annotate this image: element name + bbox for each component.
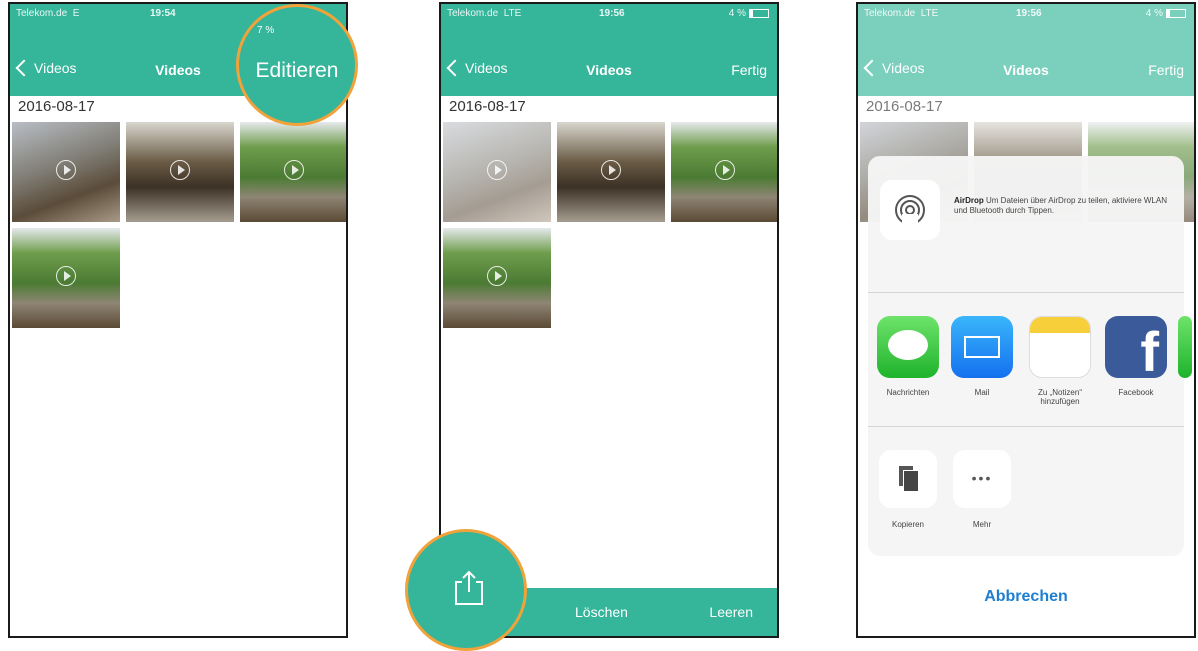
phone-screen-3: Telekom.de LTE 19:56 4 % Videos Videos F… [856, 2, 1196, 638]
airdrop-title: AirDrop [954, 196, 984, 205]
app-label: Facebook [1118, 388, 1154, 397]
battery-label: 4 % [728, 8, 746, 19]
video-thumbnail[interactable] [557, 122, 665, 222]
play-icon [601, 160, 621, 180]
airdrop-text: Um Dateien über AirDrop zu teilen, aktiv… [954, 196, 1167, 215]
notes-icon [1029, 316, 1091, 378]
video-thumbnail[interactable] [443, 122, 551, 222]
play-icon [715, 160, 735, 180]
share-button[interactable] [405, 529, 527, 651]
play-icon [487, 266, 507, 286]
edit-button[interactable]: Editieren [239, 59, 355, 83]
battery-label: 7 % [257, 25, 275, 36]
video-thumbnail[interactable] [126, 122, 234, 222]
network-label: LTE [503, 8, 522, 19]
battery-icon [749, 8, 769, 18]
share-notes[interactable]: Zu „Notizen“ hinzufügen [1028, 316, 1092, 406]
video-thumbnail[interactable] [12, 228, 120, 328]
facebook-icon [1105, 316, 1167, 384]
video-thumbnail[interactable] [443, 228, 551, 328]
play-icon [487, 160, 507, 180]
nav-bar: Videos Videos Fertig [441, 24, 777, 96]
clear-button[interactable]: Leeren [709, 604, 753, 620]
more-action[interactable]: ••• Mehr [950, 450, 1014, 529]
cancel-button[interactable]: Abbrechen [868, 566, 1184, 628]
action-label: Mehr [972, 520, 992, 529]
video-thumbnail[interactable] [12, 122, 120, 222]
copy-icon [879, 450, 937, 508]
share-facebook[interactable]: Facebook [1104, 316, 1168, 397]
airdrop-section[interactable]: AirDrop Um Dateien über AirDrop zu teile… [868, 156, 1184, 293]
play-icon [284, 160, 304, 180]
carrier-label: Telekom.de [16, 8, 68, 19]
video-thumbnail[interactable] [671, 122, 777, 222]
share-icon [455, 570, 483, 605]
status-bar: Telekom.de LTE 19:56 4 % [441, 4, 777, 24]
share-actions-row: Kopieren ••• Mehr [868, 426, 1184, 556]
network-label: E [72, 8, 80, 19]
edit-button-highlight[interactable]: 7 % Editieren [236, 4, 358, 126]
date-header: 2016-08-17 [18, 98, 95, 115]
more-icon: ••• [953, 450, 1011, 508]
app-label: Mail [974, 388, 990, 397]
app-label: Nachrichten [886, 388, 930, 397]
clock: 19:56 [599, 8, 625, 19]
carrier-label: Telekom.de [447, 8, 499, 19]
mail-icon [951, 316, 1013, 378]
delete-button[interactable]: Löschen [575, 604, 628, 620]
app-label: Zu „Notizen“ hinzufügen [1037, 388, 1082, 406]
share-next-app[interactable] [1178, 316, 1192, 378]
date-header: 2016-08-17 [449, 98, 526, 115]
play-icon [170, 160, 190, 180]
play-icon [56, 266, 76, 286]
app-icon [1178, 316, 1192, 378]
clock: 19:54 [150, 8, 176, 19]
share-mail[interactable]: Mail [950, 316, 1014, 397]
messages-icon [877, 316, 939, 378]
airdrop-icon [880, 180, 940, 240]
play-icon [56, 160, 76, 180]
nav-title: Videos [586, 62, 632, 78]
copy-action[interactable]: Kopieren [876, 450, 940, 529]
share-sheet: AirDrop Um Dateien über AirDrop zu teile… [868, 156, 1192, 556]
share-messages[interactable]: Nachrichten [876, 316, 940, 397]
video-thumbnail[interactable] [240, 122, 346, 222]
share-apps-row: Nachrichten Mail Zu „Notizen“ hinzufügen… [868, 292, 1192, 427]
action-label: Kopieren [891, 520, 925, 529]
done-button[interactable]: Fertig [731, 62, 767, 78]
